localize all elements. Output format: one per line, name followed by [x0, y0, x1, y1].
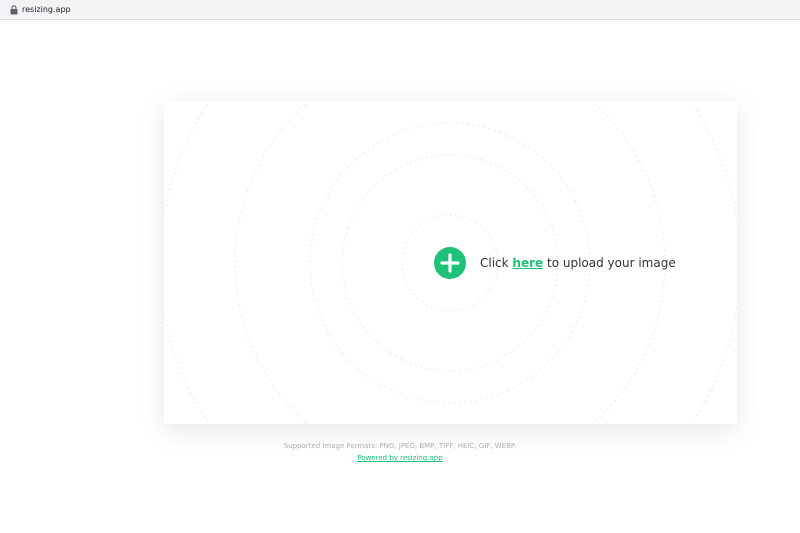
- url-text[interactable]: resizing.app: [22, 3, 71, 17]
- upload-prompt-prefix: Click: [480, 256, 513, 270]
- upload-prompt-suffix: to upload your image: [543, 256, 676, 270]
- supported-formats-text: Supported Image Formats: PNG, JPEG, BMP,…: [283, 442, 517, 450]
- upload-prompt: Click here to upload your image: [480, 255, 676, 271]
- add-image-button[interactable]: [434, 247, 466, 279]
- upload-here-link[interactable]: here: [512, 256, 543, 270]
- powered-by-link[interactable]: Powered by resizing.app: [357, 454, 442, 462]
- lock-icon: [10, 5, 18, 15]
- upload-dropzone[interactable]: Click here to upload your image: [164, 101, 737, 424]
- plus-icon: [440, 253, 460, 273]
- powered-by: Powered by resizing.app: [0, 453, 800, 463]
- address-bar[interactable]: resizing.app: [0, 0, 800, 20]
